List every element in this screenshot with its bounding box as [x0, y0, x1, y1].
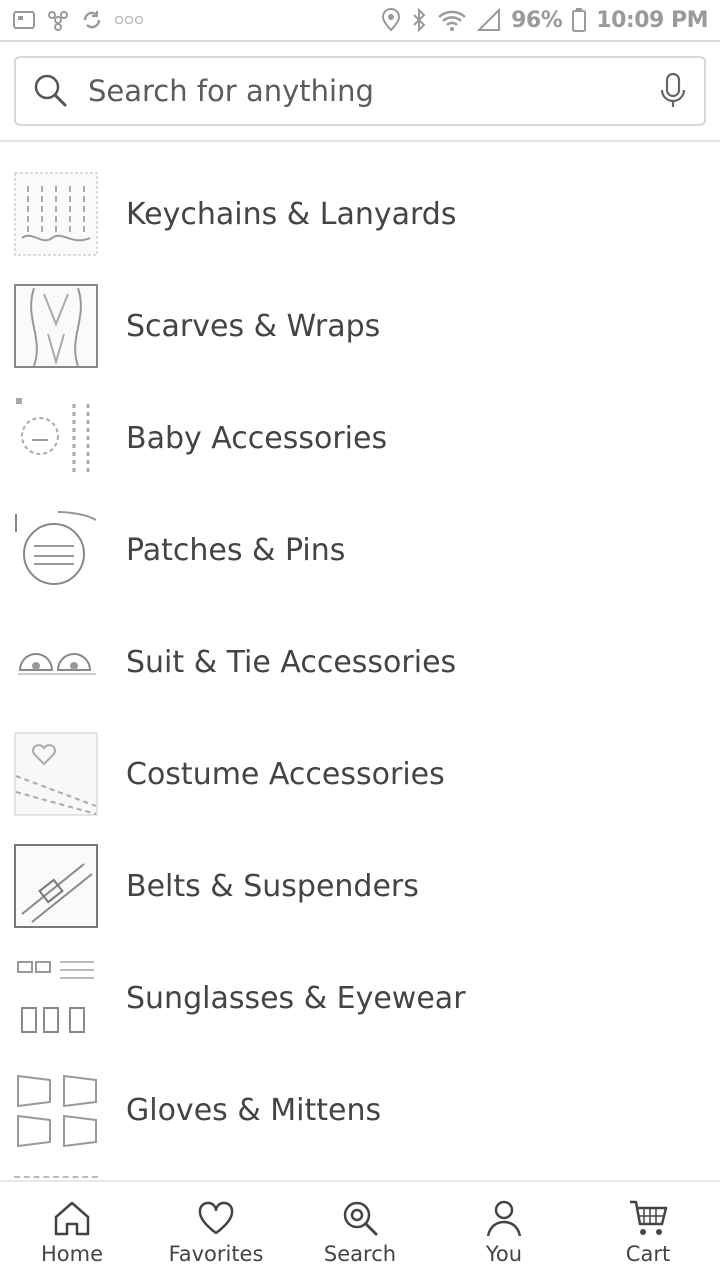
clock: 10:09 PM	[596, 7, 708, 33]
scarf-thumbnail	[14, 284, 98, 368]
status-bar-right: 96% 10:09 PM	[381, 8, 708, 33]
category-label: Suit & Tie Accessories	[126, 644, 457, 680]
nav-you-label: You	[485, 1242, 523, 1266]
sync-icon	[83, 11, 101, 29]
nav-cart-label: Cart	[625, 1242, 671, 1266]
keychain-thumbnail	[14, 172, 98, 256]
category-item-keychains[interactable]: Keychains & Lanyards	[0, 158, 720, 270]
nav-home-label: Home	[40, 1242, 103, 1266]
cufflinks-thumbnail	[18, 653, 96, 675]
battery-icon	[572, 8, 587, 32]
category-label: Scarves & Wraps	[126, 308, 381, 344]
category-item-suit-tie[interactable]: Suit & Tie Accessories	[0, 606, 720, 718]
nav-cart[interactable]: Cart	[576, 1182, 720, 1280]
category-label: Keychains & Lanyards	[126, 196, 457, 232]
nav-you[interactable]: You	[432, 1182, 576, 1280]
user-icon	[486, 1200, 522, 1237]
baby-accessories-thumbnail	[16, 398, 90, 474]
search-input[interactable]	[88, 74, 658, 108]
home-icon	[54, 1201, 90, 1236]
microphone-icon[interactable]	[658, 72, 688, 110]
nav-favorites[interactable]: Favorites	[144, 1182, 288, 1280]
category-item-patches[interactable]: Patches & Pins	[0, 494, 720, 606]
category-item-sunglasses[interactable]: Sunglasses & Eyewear	[0, 942, 720, 1054]
status-bar-divider	[0, 40, 720, 42]
cart-icon	[630, 1200, 668, 1235]
category-item-scarves[interactable]: Scarves & Wraps	[0, 270, 720, 382]
nav-search-label: Search	[323, 1242, 397, 1266]
category-label: Costume Accessories	[126, 756, 445, 792]
bottom-nav: Home Favorites Search You Cart	[0, 1180, 720, 1280]
signal-icon	[477, 8, 501, 31]
belt-thumbnail	[14, 844, 98, 928]
wifi-icon	[438, 10, 466, 31]
bluetooth-icon	[413, 8, 426, 32]
costume-thumbnail	[14, 732, 98, 816]
settings-pinwheel-icon	[48, 11, 68, 31]
category-label: Sunglasses & Eyewear	[126, 980, 466, 1016]
search-icon	[343, 1201, 378, 1236]
category-item-baby-accessories[interactable]: Baby Accessories	[0, 382, 720, 494]
category-item-costume[interactable]: Costume Accessories	[0, 718, 720, 830]
nav-search[interactable]: Search	[288, 1182, 432, 1280]
search-divider	[0, 140, 720, 142]
status-bar-left	[12, 9, 144, 31]
status-bar: 96% 10:09 PM	[0, 0, 720, 40]
patch-thumbnail	[15, 511, 97, 585]
search-bar[interactable]	[14, 56, 706, 126]
search-icon	[34, 74, 67, 107]
category-label: Baby Accessories	[126, 420, 388, 456]
sunglasses-thumbnail	[17, 961, 94, 1033]
category-label: Belts & Suspenders	[126, 868, 419, 904]
category-label: Patches & Pins	[126, 532, 346, 568]
category-label: Gloves & Mittens	[126, 1092, 382, 1128]
nav-home[interactable]: Home	[0, 1182, 144, 1280]
category-item-belts[interactable]: Belts & Suspenders	[0, 830, 720, 942]
category-list: Keychains & Lanyards Scarves & Wraps Bab…	[0, 158, 720, 1166]
category-item-gloves[interactable]: Gloves & Mittens	[0, 1054, 720, 1166]
notification-icon	[13, 11, 35, 29]
more-dots-icon	[114, 15, 144, 25]
battery-percent: 96%	[511, 7, 563, 33]
heart-icon	[198, 1201, 234, 1235]
location-icon	[382, 8, 401, 32]
gloves-thumbnail	[17, 1074, 97, 1148]
nav-favorites-label: Favorites	[168, 1242, 264, 1266]
